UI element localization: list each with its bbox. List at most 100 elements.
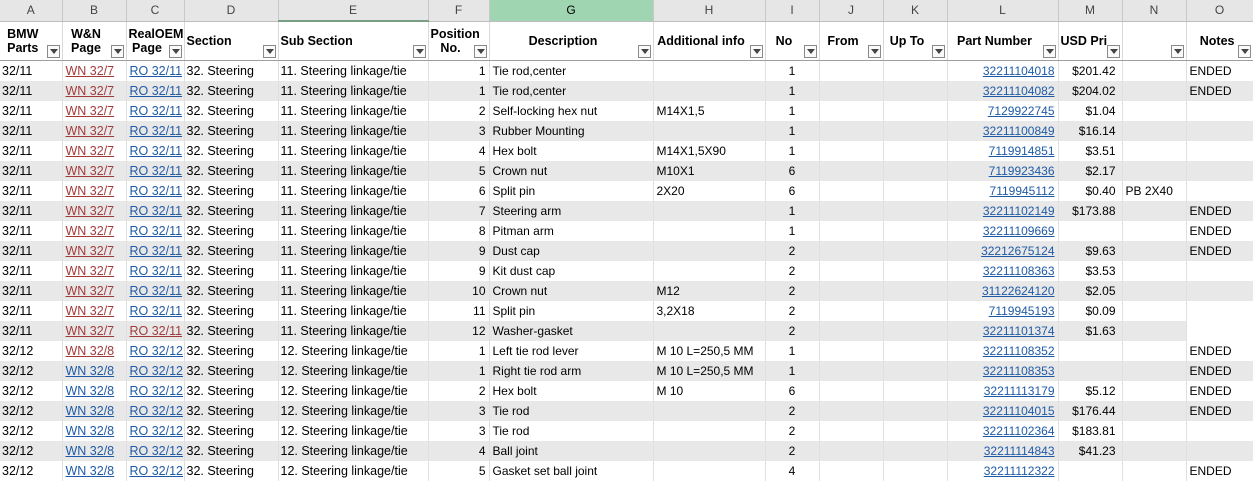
description-cell[interactable]: Hex bolt bbox=[489, 141, 654, 161]
n-cell[interactable] bbox=[1122, 421, 1187, 441]
notes-cell[interactable] bbox=[1186, 421, 1253, 441]
from-cell[interactable] bbox=[819, 141, 884, 161]
part-number-link[interactable]: 32211101374 bbox=[947, 321, 1059, 341]
wn-page-link[interactable]: WN 32/7 bbox=[62, 101, 127, 121]
section-cell[interactable]: 32. Steering bbox=[184, 401, 279, 421]
notes-cell[interactable] bbox=[1186, 181, 1253, 201]
bmw-parts-cell[interactable]: 32/11 bbox=[0, 321, 63, 341]
col-letter-o[interactable]: O bbox=[1186, 0, 1253, 22]
section-cell[interactable]: 32. Steering bbox=[184, 241, 279, 261]
sub-section-cell[interactable]: 11. Steering linkage/tie bbox=[278, 321, 429, 341]
part-number-link[interactable]: 32211104082 bbox=[947, 81, 1059, 101]
section-cell[interactable]: 32. Steering bbox=[184, 361, 279, 381]
realoem-page-link[interactable]: RO 32/12 bbox=[126, 361, 185, 381]
n-cell[interactable] bbox=[1122, 401, 1187, 421]
up-to-cell[interactable] bbox=[883, 81, 948, 101]
link-text[interactable]: RO 32/11 bbox=[130, 264, 183, 278]
link-text[interactable]: 32211113179 bbox=[984, 384, 1055, 398]
position-cell[interactable]: 8 bbox=[428, 221, 490, 241]
filter-dropdown-icon[interactable] bbox=[262, 45, 276, 58]
usd-price-cell[interactable]: $2.17 bbox=[1058, 161, 1123, 181]
n-cell[interactable] bbox=[1122, 221, 1187, 241]
link-text[interactable]: WN 32/7 bbox=[66, 184, 115, 198]
description-cell[interactable]: Steering arm bbox=[489, 201, 654, 221]
link-text[interactable]: 32211108352 bbox=[983, 344, 1055, 358]
usd-price-cell[interactable]: $2.05 bbox=[1058, 281, 1123, 301]
link-text[interactable]: WN 32/7 bbox=[66, 284, 115, 298]
sub-section-cell[interactable]: 11. Steering linkage/tie bbox=[278, 181, 429, 201]
additional-info-cell[interactable]: M14X1,5X90 bbox=[653, 141, 766, 161]
link-text[interactable]: 32211100849 bbox=[983, 124, 1055, 138]
position-cell[interactable]: 6 bbox=[428, 181, 490, 201]
link-text[interactable]: WN 32/7 bbox=[66, 304, 115, 318]
position-cell[interactable]: 3 bbox=[428, 401, 490, 421]
part-number-link[interactable]: 32211108363 bbox=[947, 261, 1059, 281]
wn-page-link[interactable]: WN 32/7 bbox=[62, 81, 127, 101]
section-cell[interactable]: 32. Steering bbox=[184, 121, 279, 141]
usd-price-cell[interactable] bbox=[1058, 341, 1123, 361]
notes-cell[interactable]: ENDED bbox=[1186, 241, 1253, 261]
realoem-page-link[interactable]: RO 32/11 bbox=[126, 281, 185, 301]
realoem-page-link[interactable]: RO 32/11 bbox=[126, 221, 185, 241]
bmw-parts-cell[interactable]: 32/11 bbox=[0, 261, 63, 281]
table-row[interactable]: 32/11 WN 32/7 RO 32/11 32. Steering 11. Stee… bbox=[0, 101, 1253, 121]
n-cell[interactable] bbox=[1122, 321, 1187, 341]
section-cell[interactable]: 32. Steering bbox=[184, 181, 279, 201]
sub-section-cell[interactable]: 11. Steering linkage/tie bbox=[278, 221, 429, 241]
up-to-cell[interactable] bbox=[883, 461, 948, 481]
bmw-parts-cell[interactable]: 32/11 bbox=[0, 161, 63, 181]
col-letter-i[interactable]: I bbox=[765, 0, 820, 22]
part-number-link[interactable]: 32212675124 bbox=[947, 241, 1059, 261]
from-cell[interactable] bbox=[819, 361, 884, 381]
section-cell[interactable]: 32. Steering bbox=[184, 421, 279, 441]
sub-section-cell[interactable]: 11. Steering linkage/tie bbox=[278, 81, 429, 101]
usd-price-cell[interactable]: $0.40 bbox=[1058, 181, 1123, 201]
position-cell[interactable]: 12 bbox=[428, 321, 490, 341]
link-text[interactable]: WN 32/8 bbox=[66, 464, 115, 478]
part-number-link[interactable]: 32211104018 bbox=[947, 60, 1059, 81]
from-cell[interactable] bbox=[819, 381, 884, 401]
link-text[interactable]: WN 32/7 bbox=[66, 144, 115, 158]
sub-section-cell[interactable]: 12. Steering linkage/tie bbox=[278, 401, 429, 421]
up-to-cell[interactable] bbox=[883, 441, 948, 461]
realoem-page-link[interactable]: RO 32/11 bbox=[126, 301, 185, 321]
filter-dropdown-icon[interactable] bbox=[637, 45, 651, 58]
link-text[interactable]: RO 32/11 bbox=[130, 304, 183, 318]
up-to-cell[interactable] bbox=[883, 301, 948, 321]
up-to-cell[interactable] bbox=[883, 381, 948, 401]
usd-price-cell[interactable]: $9.63 bbox=[1058, 241, 1123, 261]
link-text[interactable]: WN 32/7 bbox=[66, 244, 115, 258]
up-to-cell[interactable] bbox=[883, 321, 948, 341]
table-row[interactable]: 32/11 WN 32/7 RO 32/11 32. Steering 11. Stee… bbox=[0, 281, 1253, 301]
wn-page-link[interactable]: WN 32/7 bbox=[62, 301, 127, 321]
sub-section-cell[interactable]: 11. Steering linkage/tie bbox=[278, 101, 429, 121]
quantity-cell[interactable]: 1 bbox=[765, 361, 820, 381]
part-number-link[interactable]: 32211100849 bbox=[947, 121, 1059, 141]
filter-dropdown-icon[interactable] bbox=[412, 45, 426, 58]
link-text[interactable]: RO 32/12 bbox=[130, 364, 184, 378]
link-text[interactable]: 7119914851 bbox=[989, 144, 1055, 158]
table-row[interactable]: 32/11 WN 32/7 RO 32/11 32. Steering 11. Stee… bbox=[0, 81, 1253, 101]
bmw-parts-cell[interactable]: 32/12 bbox=[0, 401, 63, 421]
notes-cell[interactable]: ENDED bbox=[1186, 341, 1253, 361]
filter-dropdown-icon[interactable] bbox=[867, 45, 881, 58]
sub-section-cell[interactable]: 12. Steering linkage/tie bbox=[278, 461, 429, 481]
sub-section-cell[interactable]: 11. Steering linkage/tie bbox=[278, 261, 429, 281]
bmw-parts-cell[interactable]: 32/11 bbox=[0, 221, 63, 241]
from-cell[interactable] bbox=[819, 321, 884, 341]
filter-dropdown-icon[interactable] bbox=[168, 45, 182, 58]
usd-price-cell[interactable]: $0.09 bbox=[1058, 301, 1123, 321]
notes-cell[interactable] bbox=[1186, 441, 1253, 461]
usd-price-cell[interactable] bbox=[1058, 221, 1123, 241]
usd-price-cell[interactable]: $204.02 bbox=[1058, 81, 1123, 101]
n-cell[interactable] bbox=[1122, 60, 1187, 81]
wn-page-link[interactable]: WN 32/7 bbox=[62, 121, 127, 141]
additional-info-cell[interactable] bbox=[653, 461, 766, 481]
quantity-cell[interactable]: 1 bbox=[765, 101, 820, 121]
additional-info-cell[interactable] bbox=[653, 321, 766, 341]
link-text[interactable]: WN 32/7 bbox=[66, 264, 115, 278]
link-text[interactable]: WN 32/8 bbox=[66, 444, 115, 458]
notes-cell[interactable] bbox=[1186, 101, 1253, 121]
n-cell[interactable] bbox=[1122, 161, 1187, 181]
part-number-link[interactable]: 31122624120 bbox=[947, 281, 1059, 301]
